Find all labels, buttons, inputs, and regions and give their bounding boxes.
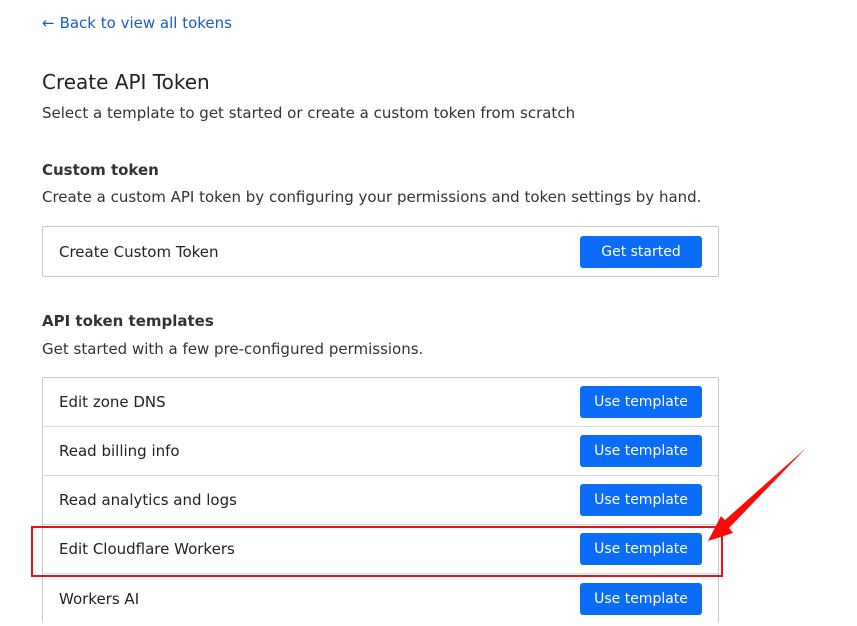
page-subtitle: Select a template to get started or crea…: [42, 104, 576, 122]
template-label: Edit zone DNS: [59, 393, 166, 411]
templates-card: Edit zone DNS Use template Read billing …: [42, 377, 719, 623]
back-to-tokens-link[interactable]: ← Back to view all tokens: [42, 14, 232, 32]
get-started-button[interactable]: Get started: [580, 235, 702, 268]
use-template-button[interactable]: Use template: [580, 386, 702, 418]
templates-heading: API token templates: [42, 312, 214, 330]
page-title: Create API Token: [42, 70, 210, 94]
custom-token-description: Create a custom API token by configuring…: [42, 188, 702, 206]
template-row-edit-zone-dns: Edit zone DNS Use template: [43, 378, 718, 427]
template-label: Edit Cloudflare Workers: [59, 540, 235, 558]
use-template-button[interactable]: Use template: [580, 484, 702, 516]
back-link-label: Back to view all tokens: [59, 14, 232, 32]
arrow-left-icon: ←: [42, 13, 55, 32]
template-label: Read billing info: [59, 442, 180, 460]
templates-description: Get started with a few pre-configured pe…: [42, 340, 424, 358]
template-row-edit-cloudflare-workers: Edit Cloudflare Workers Use template: [43, 525, 718, 574]
template-row-workers-ai: Workers AI Use template: [43, 574, 718, 623]
custom-token-card: Create Custom Token Get started: [42, 226, 719, 277]
template-label: Workers AI: [59, 589, 140, 608]
custom-token-row: Create Custom Token Get started: [43, 227, 718, 276]
template-label: Read analytics and logs: [59, 491, 237, 509]
template-row-read-analytics-logs: Read analytics and logs Use template: [43, 476, 718, 525]
use-template-button[interactable]: Use template: [580, 582, 702, 615]
template-row-read-billing-info: Read billing info Use template: [43, 427, 718, 476]
use-template-button[interactable]: Use template: [580, 533, 702, 565]
use-template-button[interactable]: Use template: [580, 435, 702, 467]
custom-token-row-label: Create Custom Token: [59, 242, 219, 261]
custom-token-heading: Custom token: [42, 161, 159, 179]
